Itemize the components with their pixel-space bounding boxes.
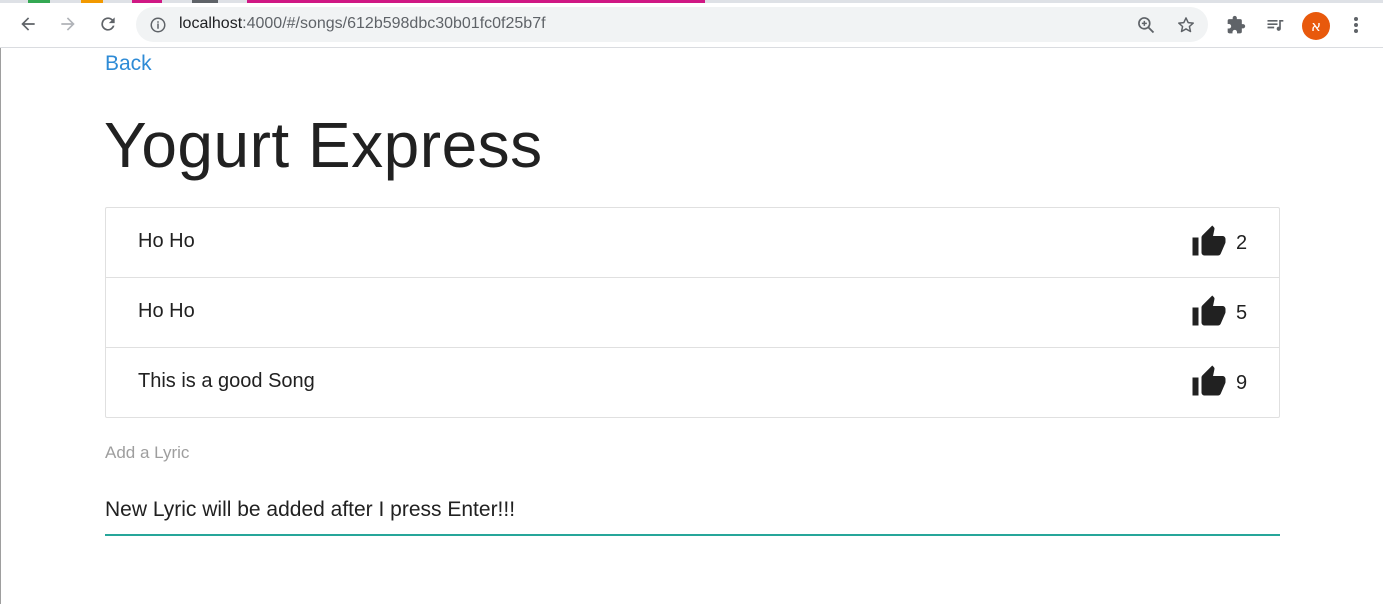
- add-lyric-input[interactable]: [105, 485, 1280, 536]
- window-edge: [0, 48, 1, 604]
- lyric-item: Ho Ho 5: [106, 278, 1279, 348]
- url-host: localhost: [179, 15, 243, 32]
- thumb-up-icon[interactable]: [1190, 364, 1228, 400]
- back-link[interactable]: Back: [105, 52, 152, 76]
- zoom-icon[interactable]: [1133, 12, 1159, 38]
- thumb-up-icon[interactable]: [1190, 294, 1228, 330]
- lyric-item: Ho Ho 2: [106, 208, 1279, 278]
- browser-toolbar: localhost:4000/#/songs/612b598dbc30b01fc…: [0, 3, 1383, 48]
- back-arrow-icon[interactable]: [12, 8, 44, 40]
- forward-arrow-icon[interactable]: [52, 8, 84, 40]
- lyric-text: This is a good Song: [138, 370, 315, 392]
- address-bar[interactable]: localhost:4000/#/songs/612b598dbc30b01fc…: [136, 7, 1208, 42]
- lyric-item: This is a good Song 9: [106, 348, 1279, 417]
- like-count: 2: [1236, 232, 1248, 254]
- like-count: 9: [1236, 372, 1248, 394]
- profile-avatar[interactable]: א: [1302, 12, 1330, 40]
- url-text[interactable]: localhost:4000/#/songs/612b598dbc30b01fc…: [179, 15, 546, 33]
- site-info-icon[interactable]: [148, 15, 168, 35]
- more-menu-icon[interactable]: [1341, 10, 1371, 40]
- extensions-puzzle-icon[interactable]: [1221, 10, 1251, 40]
- song-title: Yogurt Express: [104, 109, 543, 181]
- like-count: 5: [1236, 302, 1248, 324]
- url-path: :4000/#/songs/612b598dbc30b01fc0f25b7f: [242, 15, 546, 32]
- bookmark-star-icon[interactable]: [1173, 12, 1199, 38]
- lyric-text: Ho Ho: [138, 300, 195, 322]
- lyric-list: Ho Ho 2 Ho Ho 5 This is a good Song 9: [105, 207, 1280, 418]
- thumb-up-icon[interactable]: [1190, 224, 1228, 260]
- lyric-text: Ho Ho: [138, 230, 195, 252]
- add-lyric-label: Add a Lyric: [105, 443, 190, 462]
- reload-icon[interactable]: [92, 8, 124, 40]
- media-queue-icon[interactable]: [1260, 10, 1290, 40]
